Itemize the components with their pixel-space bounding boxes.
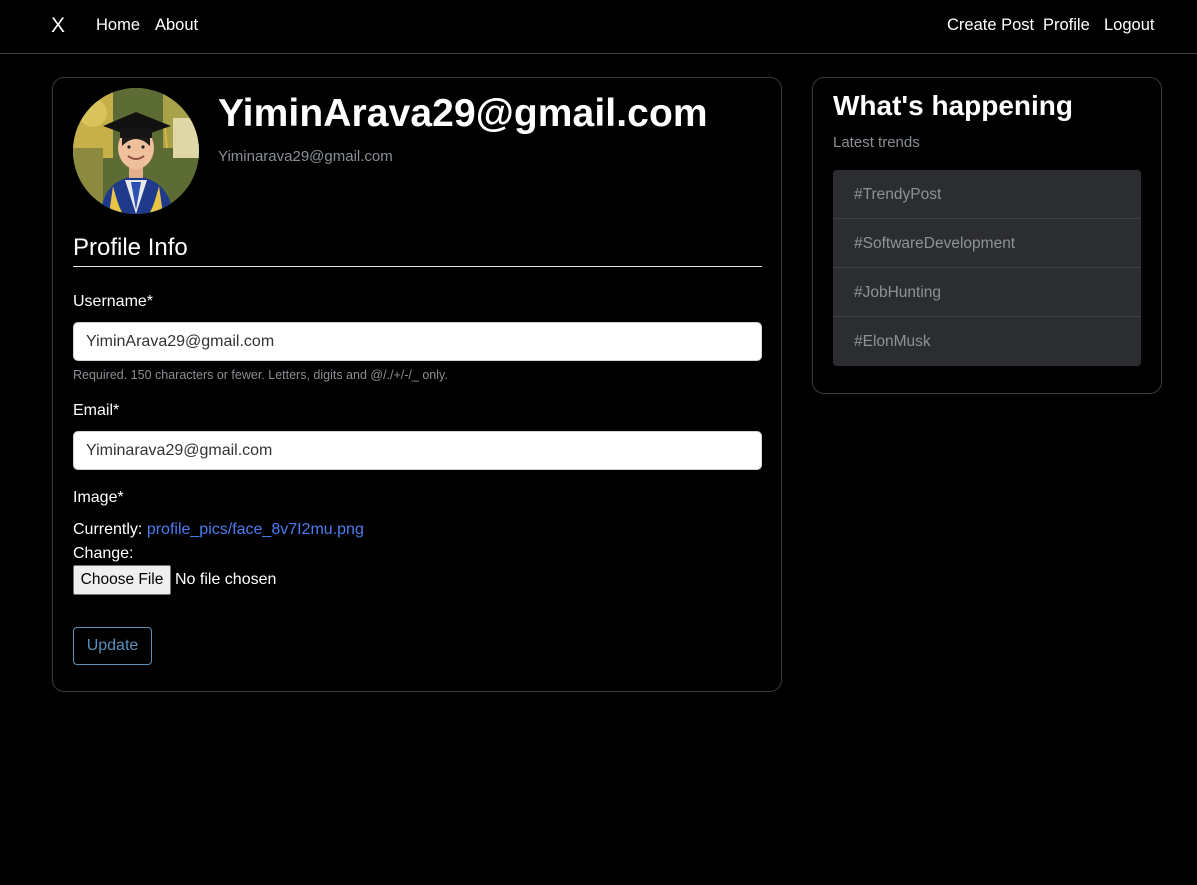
profile-info-legend: Profile Info [73,234,762,267]
nav-about-link[interactable]: About [155,16,198,35]
currently-label: Currently: [73,521,143,538]
current-image-row: Currently: profile_pics/face_8v7I2mu.png [73,521,364,539]
trends-title: What's happening [833,90,1073,121]
avatar [73,88,199,214]
current-image-link[interactable]: profile_pics/face_8v7I2mu.png [147,521,364,538]
navbar: X Home About Create Post Profile Logout [0,0,1197,54]
trend-item[interactable]: #ElonMusk [833,317,1141,366]
email-label: Email* [73,402,120,419]
brand-logo[interactable]: X [51,14,65,38]
nav-logout-link[interactable]: Logout [1104,16,1154,35]
trend-list: #TrendyPost #SoftwareDevelopment #JobHun… [833,170,1141,366]
trend-item[interactable]: #JobHunting [833,268,1141,317]
username-help-text: Required. 150 characters or fewer. Lette… [73,368,448,382]
account-email: Yiminarava29@gmail.com [218,148,393,165]
choose-file-button[interactable]: Choose File [73,565,171,595]
email-input[interactable] [73,431,762,470]
image-label: Image* [73,489,124,506]
nav-profile-link[interactable]: Profile [1043,16,1090,35]
profile-photo-icon [73,88,199,214]
trends-subtitle: Latest trends [833,134,920,151]
change-label: Change: [73,545,134,562]
account-heading: YiminArava29@gmail.com [218,92,708,135]
profile-card: YiminArava29@gmail.com Yiminarava29@gmai… [52,77,782,692]
nav-home-link[interactable]: Home [96,16,140,35]
username-input[interactable] [73,322,762,361]
trends-card: What's happening Latest trends #TrendyPo… [812,77,1162,394]
nav-create-post-link[interactable]: Create Post [947,16,1034,35]
username-label: Username* [73,293,154,310]
trend-item[interactable]: #TrendyPost [833,170,1141,219]
trend-item[interactable]: #SoftwareDevelopment [833,219,1141,268]
file-status-text: No file chosen [175,571,277,588]
update-button[interactable]: Update [73,627,152,665]
